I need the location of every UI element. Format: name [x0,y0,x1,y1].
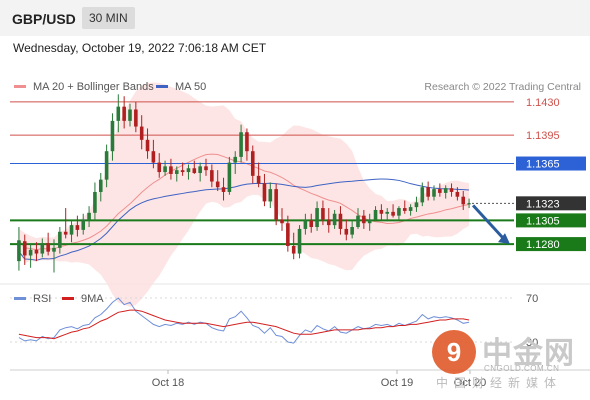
candle-body [344,228,349,235]
candle-body [467,203,471,205]
candle-body [221,187,226,192]
candle-body [116,106,121,121]
candle-body [157,162,162,173]
level-label-1.1430: 1.1430 [526,97,560,109]
candle-body [22,241,27,256]
candle-body [367,219,372,224]
candle-body [245,132,249,152]
candle-body [186,168,191,173]
legend-label-rsi-ma: 9MA [81,293,104,305]
candle-body [128,109,132,121]
candle-body [449,188,454,192]
candle-body [34,249,39,254]
candle-body [420,187,425,203]
legend-swatch-rsi [14,297,26,300]
candle-body [134,109,138,127]
candle-body [215,181,220,188]
candle-body [110,120,115,152]
candle-body [75,225,80,230]
candle-body [291,245,296,254]
legend-label-rsi: RSI [33,293,51,305]
legend-label-ma50: MA 50 [175,81,206,93]
candle-body [250,151,255,176]
candle-body [63,231,68,235]
candle-body [326,219,331,226]
legend-swatch-rsi-ma [62,297,74,300]
candle-body [210,170,214,182]
candle-body [139,126,144,140]
candle-body [438,189,442,193]
candle-body [414,202,419,208]
candle-body [81,219,86,230]
candle-body [268,189,273,202]
candle-body [93,191,97,213]
level-label-1.1305: 1.1305 [526,215,560,227]
candle-body [192,168,197,173]
x-tick-label: Oct 18 [152,377,184,389]
candle-body [321,208,325,220]
level-label-1.1280: 1.1280 [526,239,560,251]
candle-body [262,183,267,202]
candle-body [52,247,56,252]
candle-body [373,209,378,220]
candle-body [180,170,185,173]
candle-body [198,166,202,173]
candle-body [408,207,413,211]
candle-body [391,211,395,216]
rsi-level-label-70: 70 [526,293,538,305]
candle-body [204,166,208,171]
candle-body [280,219,284,224]
candle-body [402,208,407,211]
candle-body [309,220,314,228]
candle-body [233,156,238,163]
rsi-level-label-30: 30 [526,337,538,349]
candle-body [256,175,261,184]
candle-body [461,196,466,205]
candle-body [397,208,401,216]
candle-body [426,187,430,197]
candle-body [303,220,308,229]
candle-body [362,215,366,224]
candle-body [227,162,232,192]
candle-body [332,213,337,226]
level-label-1.1365: 1.1365 [526,159,560,171]
candle-body [385,211,390,214]
candle-body [239,132,243,157]
x-tick-label: Oct 19 [381,377,413,389]
price-chart: 1.1430 1.1395 1.1365 1.1323 1.1305 1.1280 MA 2… [0,60,590,389]
level-label-1.1395: 1.1395 [526,130,560,142]
candle-body [163,166,167,173]
candle-body [151,151,156,163]
candle-body [87,212,91,220]
level-label-1.1323: 1.1323 [526,198,560,210]
candle-body [286,223,290,246]
x-tick-label: Oct 20 [454,377,486,389]
candle-body [28,249,33,256]
candle-body [174,170,179,174]
candle-body [379,209,384,214]
legend-swatch-ma50 [156,85,168,88]
legend-swatch-bollinger [14,85,26,88]
candle-body [98,179,103,192]
chart-credit: Research © 2022 Trading Central [424,81,581,93]
candle-body [104,151,109,180]
candle-body [145,139,150,152]
candle-body [40,243,45,254]
candle-body [455,191,460,197]
candle-body [69,225,74,235]
candle-body [274,189,278,220]
candle-body [17,240,21,262]
candle-body [46,243,50,252]
candle-body [350,227,354,235]
candle-body [122,106,126,121]
legend-label-bollinger: MA 20 + Bollinger Bands [33,81,154,93]
candle-body [356,215,360,228]
candle-body [432,189,436,197]
candle-body [297,228,302,254]
candle-body [443,188,448,193]
candle-body [315,208,319,228]
candle-body [169,166,173,174]
candle-body [338,213,343,229]
candle-body [58,231,62,248]
